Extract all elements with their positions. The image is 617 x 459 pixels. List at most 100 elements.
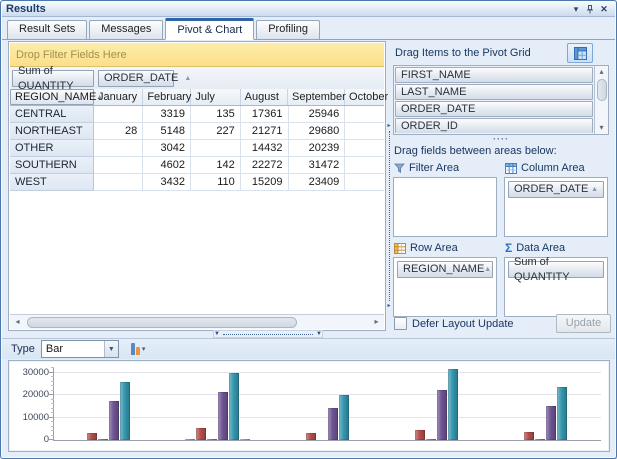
window-menu-chevron-down-icon[interactable]: ▾ xyxy=(569,3,583,16)
pivot-cell[interactable]: 23409 xyxy=(289,174,346,191)
pivot-cell[interactable] xyxy=(94,174,144,191)
column-header-september[interactable]: September xyxy=(288,89,345,105)
update-button[interactable]: Update xyxy=(556,314,611,333)
data-area-item[interactable]: Sum of QUANTITY xyxy=(508,261,604,278)
chevron-down-icon: ▾ xyxy=(142,345,146,353)
field-item-last-name[interactable]: LAST_NAME xyxy=(395,84,593,100)
pivot-cell[interactable]: 3319 xyxy=(143,106,191,123)
pivot-cell[interactable]: 110 xyxy=(191,174,241,191)
field-items: FIRST_NAME LAST_NAME ORDER_DATE ORDER_ID xyxy=(394,66,594,134)
pivot-cell[interactable]: 227 xyxy=(191,123,241,140)
pivot-table-icon xyxy=(574,47,587,60)
field-item-order-id[interactable]: ORDER_ID xyxy=(395,118,593,133)
pivot-cell[interactable] xyxy=(94,106,144,123)
pivot-horizontal-scrollbar[interactable]: ◂ ▸ xyxy=(10,314,384,329)
pivot-cell[interactable]: 4602 xyxy=(143,157,191,174)
splitter-line xyxy=(223,334,313,335)
column-header-january[interactable]: January xyxy=(94,89,143,105)
pin-icon[interactable] xyxy=(583,3,597,16)
pivot-cell[interactable]: 31472 xyxy=(289,157,346,174)
horizontal-splitter[interactable]: ▼ ▼ xyxy=(213,330,323,338)
pivot-cell[interactable]: 28 xyxy=(94,123,144,140)
tab-profiling[interactable]: Profiling xyxy=(256,20,320,39)
column-area-box[interactable]: ORDER_DATE ▲ xyxy=(504,177,608,237)
field-list-scrollbar[interactable]: ▴ ▾ xyxy=(594,66,608,134)
filter-funnel-icon xyxy=(394,163,405,174)
scroll-left-icon[interactable]: ◂ xyxy=(10,315,25,329)
chart-type-combobox[interactable]: Bar ▼ xyxy=(41,340,119,358)
column-header-february[interactable]: February xyxy=(143,89,191,105)
row-area-box[interactable]: REGION_NAME ▲ xyxy=(393,257,497,317)
y-axis-minor-tick xyxy=(51,367,54,368)
row-area-item[interactable]: REGION_NAME ▲ xyxy=(397,261,493,278)
pivot-grid-layout-button[interactable] xyxy=(567,43,593,63)
scrollbar-thumb[interactable] xyxy=(597,79,607,101)
tab-result-sets[interactable]: Result Sets xyxy=(7,20,87,39)
pivot-cell[interactable]: 25946 xyxy=(289,106,346,123)
pivot-cell[interactable] xyxy=(345,157,384,174)
row-header-west[interactable]: WEST xyxy=(10,174,94,191)
pivot-cell[interactable] xyxy=(94,140,144,157)
list-resize-handle[interactable]: ···· xyxy=(393,135,609,143)
pivot-cell[interactable]: 29680 xyxy=(289,123,346,140)
pivot-grid-body: CENTRAL33191351736125946NORTHEAST2851482… xyxy=(10,106,384,312)
results-dock-panel: Results ▾ ✕ Result Sets Messages Pivot &… xyxy=(0,0,617,459)
pivot-cell[interactable] xyxy=(345,123,384,140)
tab-pivot-chart[interactable]: Pivot & Chart xyxy=(165,18,254,40)
row-header-southern[interactable]: SOUTHERN xyxy=(10,157,94,174)
pivot-cell[interactable] xyxy=(345,140,384,157)
pivot-cell[interactable] xyxy=(94,157,144,174)
chart-appearance-button[interactable]: ▾ xyxy=(127,340,150,358)
defer-layout-checkbox[interactable] xyxy=(394,317,407,330)
field-chooser-title: Drag Items to the Pivot Grid xyxy=(395,47,531,59)
close-icon[interactable]: ✕ xyxy=(597,3,611,16)
row-field-button[interactable]: REGION_NAME ▲ xyxy=(10,89,94,105)
available-fields-list: FIRST_NAME LAST_NAME ORDER_DATE ORDER_ID… xyxy=(393,65,609,135)
bar-august-northeast xyxy=(218,392,228,440)
row-header-northeast[interactable]: NORTHEAST xyxy=(10,123,94,140)
pivot-cell[interactable]: 142 xyxy=(191,157,241,174)
pivot-cell[interactable]: 5148 xyxy=(143,123,191,140)
scrollbar-thumb[interactable] xyxy=(27,317,297,328)
pivot-cell[interactable]: 3042 xyxy=(143,140,191,157)
bar-july-northeast xyxy=(207,439,217,441)
scroll-down-icon[interactable]: ▾ xyxy=(595,122,609,134)
sigma-icon: Σ xyxy=(505,243,512,254)
vertical-splitter[interactable]: ▸ ▸ xyxy=(385,123,393,309)
table-row: SOUTHERN 46021422227231472 xyxy=(10,157,384,174)
bar-july-southern xyxy=(426,439,436,441)
defer-layout-label: Defer Layout Update xyxy=(412,318,514,330)
tab-messages[interactable]: Messages xyxy=(89,20,163,39)
pivot-cell[interactable]: 15209 xyxy=(241,174,289,191)
scroll-up-icon[interactable]: ▴ xyxy=(595,66,609,78)
pivot-cell[interactable] xyxy=(191,140,241,157)
filter-area-box[interactable] xyxy=(393,177,497,237)
combo-arrow-icon[interactable]: ▼ xyxy=(104,341,118,357)
data-field-button[interactable]: Sum of QUANTITY xyxy=(12,70,94,87)
column-header-october[interactable]: October xyxy=(345,89,384,105)
pivot-cell[interactable] xyxy=(345,174,384,191)
field-chooser-header: Drag Items to the Pivot Grid xyxy=(395,43,611,63)
y-axis-label: 30000 xyxy=(12,367,49,378)
pivot-cell[interactable]: 21271 xyxy=(241,123,289,140)
column-header-august[interactable]: August xyxy=(241,89,288,105)
pivot-cell[interactable]: 20239 xyxy=(289,140,346,157)
table-row: OTHER 3042 1443220239 xyxy=(10,140,384,157)
column-header-july[interactable]: July xyxy=(191,89,240,105)
row-header-central[interactable]: CENTRAL xyxy=(10,106,94,123)
drag-hint-label: Drag fields between areas below: xyxy=(394,145,557,157)
column-area-item[interactable]: ORDER_DATE ▲ xyxy=(508,181,604,198)
pivot-cell[interactable]: 135 xyxy=(191,106,241,123)
gridline xyxy=(54,394,601,395)
pivot-cell[interactable]: 17361 xyxy=(241,106,289,123)
field-item-order-date[interactable]: ORDER_DATE xyxy=(395,101,593,117)
pivot-cell[interactable]: 14432 xyxy=(241,140,289,157)
column-field-button[interactable]: ORDER_DATE ▲ xyxy=(98,70,174,87)
row-header-other[interactable]: OTHER xyxy=(10,140,94,157)
pivot-cell[interactable] xyxy=(345,106,384,123)
data-area-box[interactable]: Sum of QUANTITY xyxy=(504,257,608,317)
pivot-cell[interactable]: 3432 xyxy=(143,174,191,191)
pivot-cell[interactable]: 22272 xyxy=(241,157,289,174)
scroll-right-icon[interactable]: ▸ xyxy=(369,315,384,329)
field-item-first-name[interactable]: FIRST_NAME xyxy=(395,67,593,83)
